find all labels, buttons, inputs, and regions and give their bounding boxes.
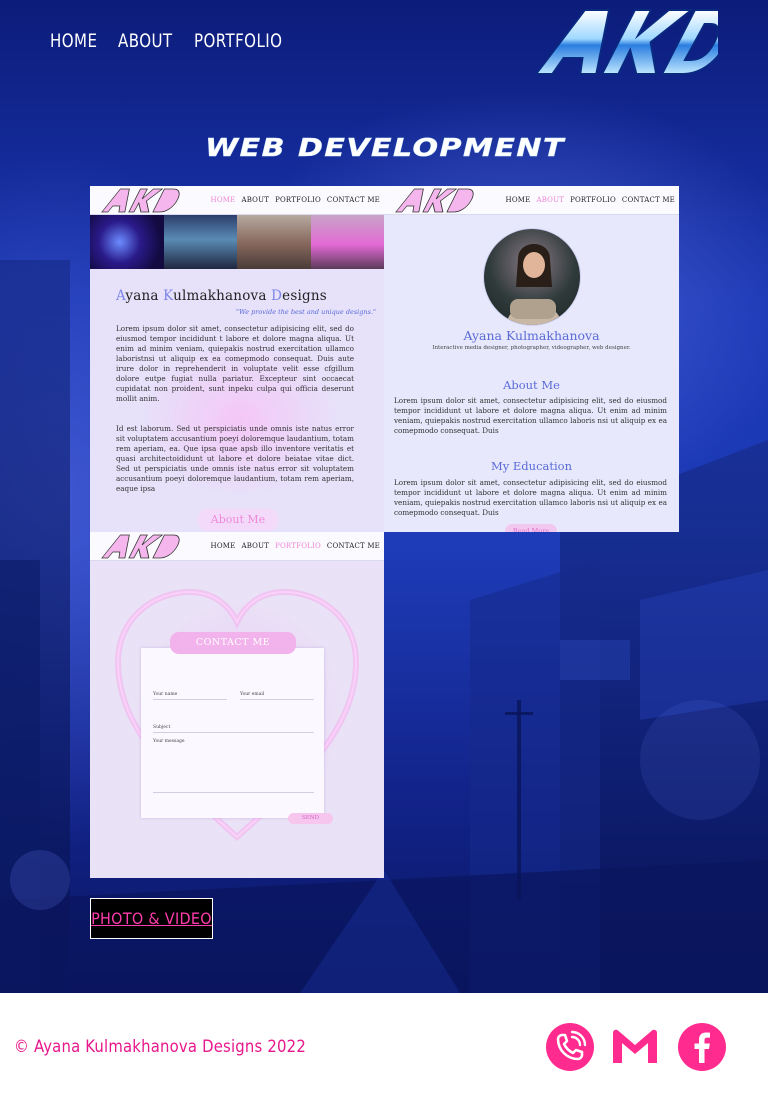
- mini-akd-logo: [101, 534, 180, 559]
- about-name: Ayana Kulmakhanova: [463, 328, 600, 343]
- mini-nav-home: HOME: [505, 196, 531, 204]
- mini-site-header: HOME ABOUT PORTFOLIO CONTACT ME: [384, 186, 679, 215]
- education-paragraph: Lorem ipsum dolor sit amet, consectetur …: [394, 478, 667, 517]
- mini-nav-contact: CONTACT ME: [326, 196, 380, 204]
- mini-nav-home: HOME: [210, 542, 236, 550]
- about-paragraph: Lorem ipsum dolor sit amet, consectetur …: [394, 396, 667, 435]
- mini-nav-home: HOME: [210, 196, 236, 204]
- nav-home-link[interactable]: HOME: [50, 30, 97, 52]
- photo-strip: [90, 215, 384, 269]
- profile-avatar: [483, 228, 581, 326]
- main-nav: HOME ABOUT PORTFOLIO: [50, 30, 294, 52]
- hero-section: HOME ABOUT PORTFOLIO WEB DEVELOPMENT HOM…: [0, 0, 768, 993]
- portfolio-thumbnail-about[interactable]: HOME ABOUT PORTFOLIO CONTACT ME Ayana Ku…: [384, 186, 679, 532]
- email-field: Your email: [240, 692, 314, 700]
- subject-field: Subject: [153, 725, 314, 733]
- mini-nav-portfolio: PORTFOLIO: [275, 196, 321, 204]
- home-site-title: Ayana Kulmakhanova Designs: [116, 288, 327, 304]
- name-field: Your name: [153, 692, 227, 700]
- mini-nav-portfolio: PORTFOLIO: [570, 196, 616, 204]
- mini-nav-portfolio: PORTFOLIO: [275, 542, 321, 550]
- home-paragraph-2: Id est laborum. Sed ut perspiciatis unde…: [116, 424, 354, 493]
- gmail-icon[interactable]: [611, 1023, 659, 1071]
- copyright-text: © Ayana Kulmakhanova Designs 2022: [14, 1037, 306, 1056]
- education-heading: My Education: [490, 459, 573, 473]
- nav-portfolio-link[interactable]: PORTFOLIO: [194, 30, 282, 52]
- mini-nav-about: ABOUT: [536, 196, 565, 204]
- about-subtitle: Interactive media designer, photographer…: [432, 345, 631, 351]
- facebook-icon[interactable]: [678, 1023, 726, 1071]
- mini-site-header: HOME ABOUT PORTFOLIO CONTACT ME: [90, 532, 384, 561]
- photo-video-button[interactable]: PHOTO & VIDEO: [90, 898, 213, 939]
- about-me-button: About Me: [198, 509, 278, 531]
- mini-akd-logo: [101, 188, 180, 213]
- svg-text:WEB DEVELOPMENT: WEB DEVELOPMENT: [205, 134, 566, 162]
- mini-nav-contact: CONTACT ME: [621, 196, 675, 204]
- mini-nav: HOME ABOUT PORTFOLIO CONTACT ME: [211, 196, 380, 204]
- photo-cafe: [163, 215, 237, 269]
- mini-site-header: HOME ABOUT PORTFOLIO CONTACT ME: [90, 186, 384, 215]
- contact-me-title: CONTACT ME: [170, 632, 296, 654]
- send-button: SEND: [288, 813, 333, 824]
- message-field: Your message: [153, 739, 314, 793]
- mini-nav-contact: CONTACT ME: [326, 542, 380, 550]
- mini-nav: HOME ABOUT PORTFOLIO CONTACT ME: [506, 196, 675, 204]
- photo-pink-car: [310, 215, 384, 269]
- photo-neon-mask: [90, 215, 164, 269]
- phone-icon[interactable]: [546, 1023, 594, 1071]
- akd-logo[interactable]: [533, 4, 718, 78]
- mini-nav-about: ABOUT: [241, 542, 270, 550]
- mini-nav: HOME ABOUT PORTFOLIO CONTACT ME: [211, 542, 380, 550]
- mini-nav-about: ABOUT: [241, 196, 270, 204]
- site-footer: © Ayana Kulmakhanova Designs 2022: [0, 993, 768, 1100]
- mini-akd-logo: [395, 188, 474, 213]
- about-me-heading: About Me: [503, 378, 560, 392]
- photo-street: [237, 215, 311, 269]
- read-more-button: Read More: [505, 524, 557, 532]
- home-paragraph-1: Lorem ipsum dolor sit amet, consectetur …: [116, 324, 354, 403]
- section-title: WEB DEVELOPMENT: [205, 134, 566, 162]
- portfolio-thumbnail-home[interactable]: HOME ABOUT PORTFOLIO CONTACT ME Ayana Ku…: [90, 186, 384, 532]
- nav-about-link[interactable]: ABOUT: [118, 30, 173, 52]
- portfolio-thumbnail-contact[interactable]: HOME ABOUT PORTFOLIO CONTACT ME CONTACT …: [90, 532, 384, 878]
- home-tagline: "We provide the best and unique designs.…: [236, 308, 376, 316]
